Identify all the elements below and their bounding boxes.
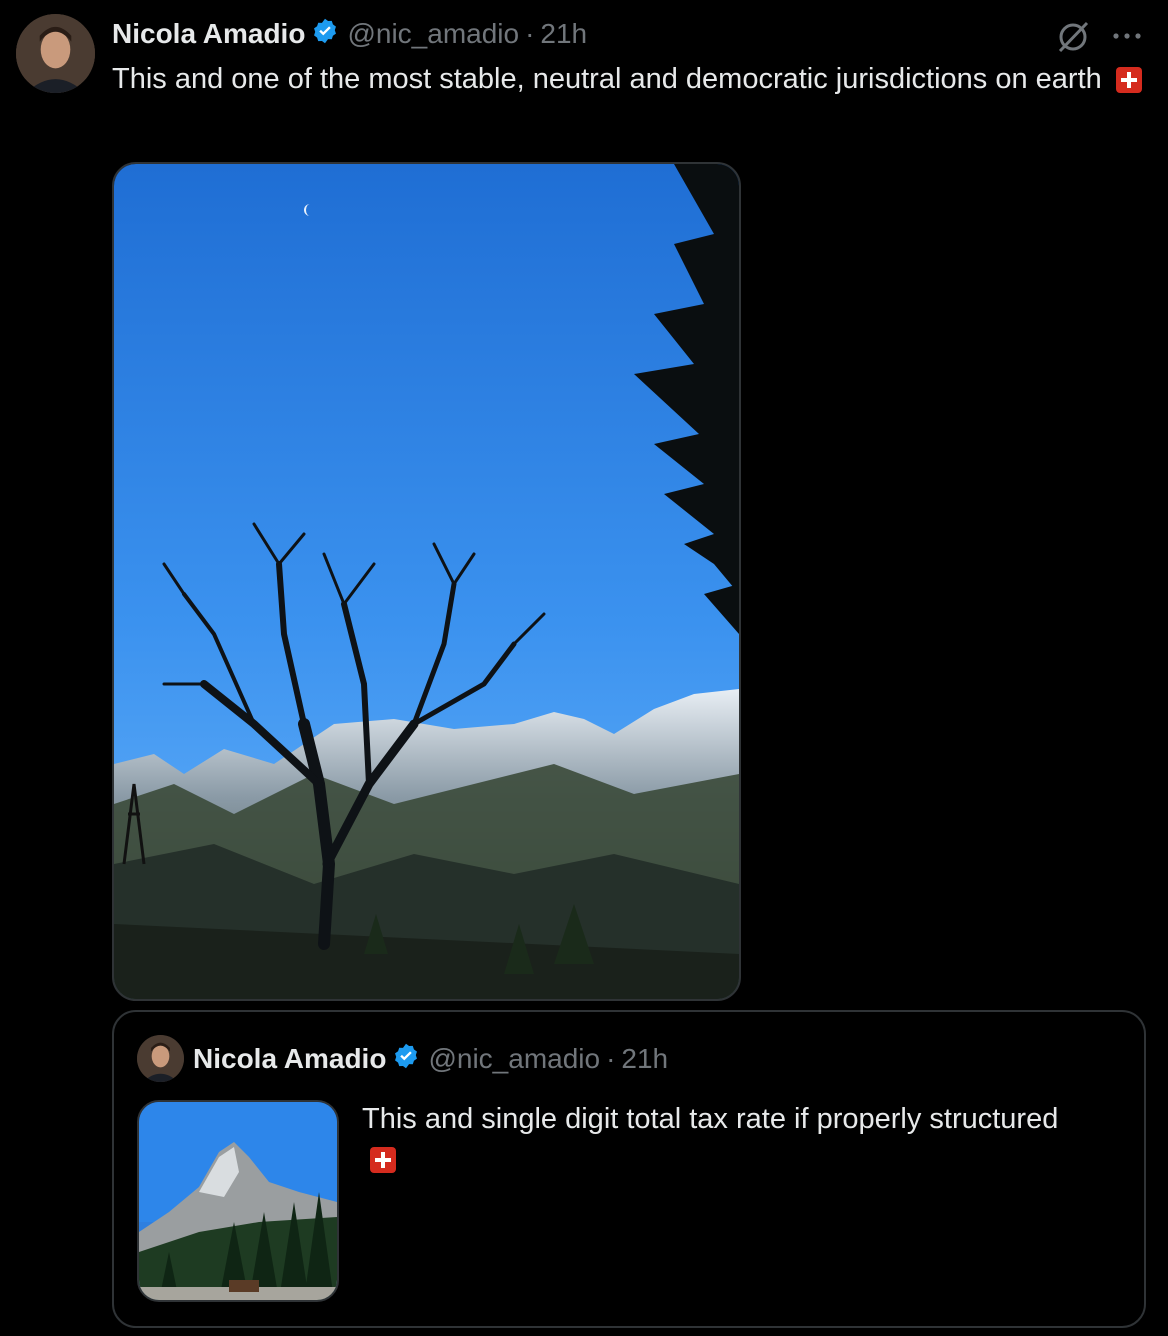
quote-author-avatar bbox=[137, 1035, 184, 1082]
tweet-text-body: This and one of the most stable, neutral… bbox=[112, 63, 1102, 95]
quote-text: This and single digit total tax rate if … bbox=[362, 1099, 1132, 1179]
quote-text-body: This and single digit total tax rate if … bbox=[362, 1103, 1059, 1135]
more-ellipsis-icon[interactable] bbox=[1110, 22, 1144, 50]
quote-author-handle: @nic_amadio bbox=[428, 1043, 601, 1074]
tweet-text: This and one of the most stable, neutral… bbox=[112, 59, 1142, 99]
author-handle[interactable]: @nic_amadio bbox=[347, 18, 519, 50]
author-avatar[interactable] bbox=[16, 14, 95, 93]
quote-separator-dot: · bbox=[606, 1043, 616, 1074]
grok-slash-icon[interactable] bbox=[1054, 18, 1092, 56]
swiss-flag-icon bbox=[1115, 67, 1142, 94]
quote-header: Nicola Amadio @nic_amadio · 21h bbox=[193, 1039, 668, 1079]
quote-author-name: Nicola Amadio bbox=[193, 1043, 387, 1074]
quote-timestamp: 21h bbox=[621, 1043, 669, 1074]
quote-verified-badge-icon bbox=[392, 1042, 420, 1077]
separator-dot: · bbox=[525, 18, 535, 49]
author-name[interactable]: Nicola Amadio bbox=[112, 18, 305, 50]
quote-swiss-flag-icon bbox=[370, 1147, 396, 1174]
tweet-header: Nicola Amadio @nic_amadio · 21h bbox=[112, 14, 587, 54]
tweet-timestamp[interactable]: 21h bbox=[540, 18, 587, 50]
tweet-media-image[interactable] bbox=[112, 162, 741, 1001]
quote-media-thumbnail[interactable] bbox=[137, 1100, 339, 1302]
verified-badge-icon bbox=[311, 17, 339, 52]
